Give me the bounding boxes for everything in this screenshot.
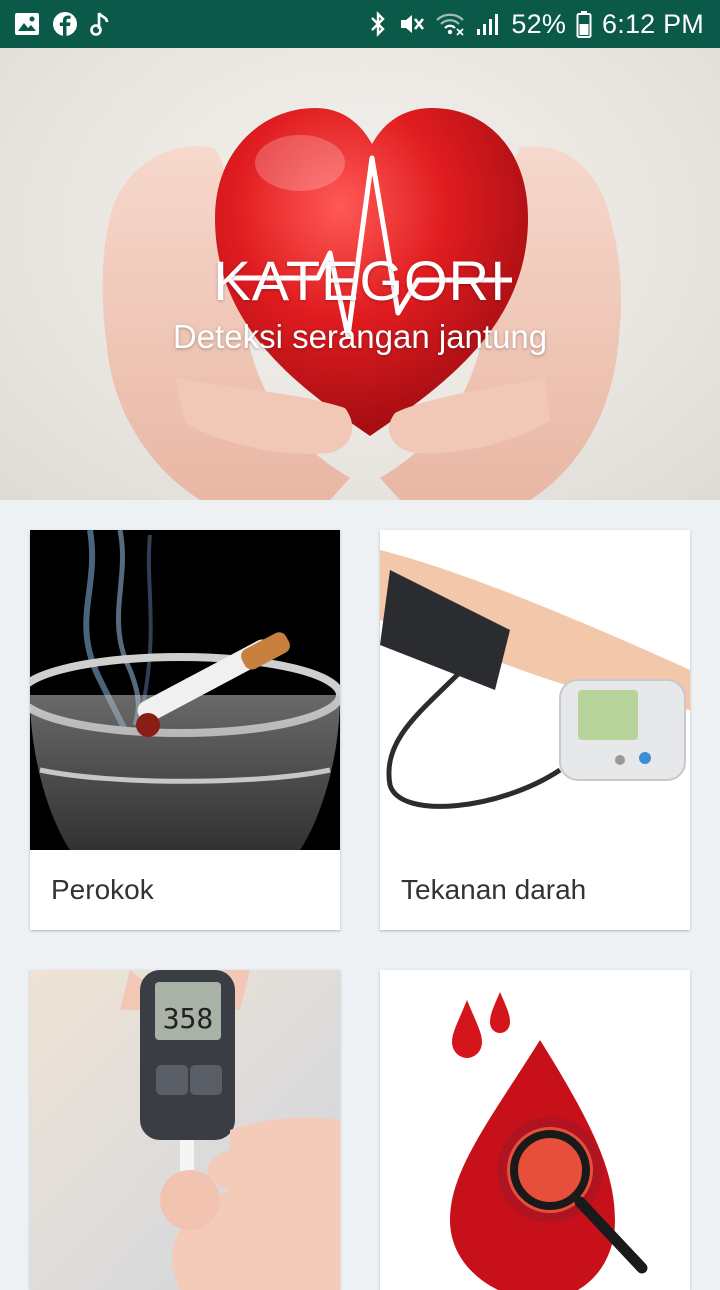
category-label: Tekanan darah xyxy=(401,874,587,905)
hero-subtitle: Deteksi serangan jantung xyxy=(172,318,548,355)
category-card-tekanan-darah[interactable]: Tekanan darah xyxy=(380,530,690,930)
glucose-meter-image: 358 xyxy=(30,970,340,1290)
hero-title: KATEGORI xyxy=(213,249,507,312)
category-label: Perokok xyxy=(51,874,154,905)
facebook-icon xyxy=(52,11,78,37)
category-card-kolesterol[interactable] xyxy=(380,970,690,1290)
music-note-icon xyxy=(90,11,110,37)
category-card-gula-darah[interactable]: 358 xyxy=(30,970,340,1290)
battery-icon xyxy=(576,10,592,38)
gallery-icon xyxy=(14,12,40,36)
battery-percent: 52% xyxy=(511,8,567,39)
blood-drop-magnifier-image xyxy=(380,970,690,1290)
status-bar: 52% 6:12 PM xyxy=(0,0,720,48)
clock: 6:12 PM xyxy=(602,8,704,39)
blood-pressure-monitor-image xyxy=(380,530,690,850)
signal-icon xyxy=(475,11,501,37)
bluetooth-icon xyxy=(369,10,387,38)
category-card-perokok[interactable]: Perokok xyxy=(30,530,340,930)
vibrate-mute-icon xyxy=(397,10,425,38)
svg-text:358: 358 xyxy=(163,1002,214,1035)
cigarette-ashtray-image xyxy=(30,530,340,850)
hero-banner: KATEGORI Deteksi serangan jantung xyxy=(0,48,720,500)
wifi-icon xyxy=(435,11,465,37)
